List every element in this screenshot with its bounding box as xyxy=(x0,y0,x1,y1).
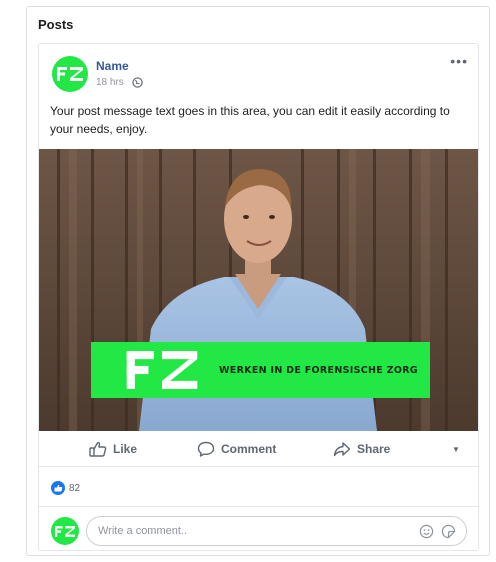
posts-panel: Posts Name 18 hrs ••• Your post message … xyxy=(26,6,490,556)
thumbs-up-icon xyxy=(89,441,107,457)
chevron-down-icon[interactable]: ▼ xyxy=(452,431,460,467)
comment-button[interactable]: Comment xyxy=(197,431,276,467)
post-card: Name 18 hrs ••• Your post message text g… xyxy=(38,43,479,551)
share-label: Share xyxy=(357,442,391,456)
fz-logo-icon xyxy=(57,67,83,81)
comment-placeholder: Write a comment.. xyxy=(98,525,188,537)
share-arrow-icon xyxy=(333,442,351,457)
banner-text: WERKEN IN DE FORENSISCHE ZORG xyxy=(219,364,418,376)
post-time[interactable]: 18 hrs xyxy=(96,77,124,88)
action-bar: Like Comment Share ▼ xyxy=(39,431,478,467)
panel-title: Posts xyxy=(38,17,74,32)
comment-label: Comment xyxy=(221,442,277,456)
commenter-avatar[interactable] xyxy=(51,517,79,545)
post-image[interactable]: WERKEN IN DE FORENSISCHE ZORG xyxy=(39,149,478,431)
share-button[interactable]: Share xyxy=(333,431,390,467)
more-icon[interactable]: ••• xyxy=(450,54,468,68)
like-reaction-icon xyxy=(51,481,65,495)
emoji-icon[interactable] xyxy=(419,524,434,539)
sticker-icon[interactable] xyxy=(441,524,456,539)
comment-input[interactable]: Write a comment.. xyxy=(86,516,467,546)
comment-row: Write a comment.. xyxy=(39,506,478,550)
like-label: Like xyxy=(113,442,138,456)
post-message: Your post message text goes in this area… xyxy=(50,104,450,136)
fz-logo-icon xyxy=(55,525,75,537)
fz-logo-icon xyxy=(126,351,198,389)
author-name[interactable]: Name xyxy=(96,59,129,73)
like-button[interactable]: Like xyxy=(89,431,137,467)
author-avatar[interactable] xyxy=(52,56,88,92)
comment-bubble-icon xyxy=(197,441,215,457)
globe-icon xyxy=(132,77,143,88)
brand-banner: WERKEN IN DE FORENSISCHE ZORG xyxy=(91,342,430,398)
reaction-count: 82 xyxy=(69,482,81,494)
reactions-summary[interactable]: 82 xyxy=(51,481,80,495)
post-meta: 18 hrs xyxy=(96,77,143,88)
